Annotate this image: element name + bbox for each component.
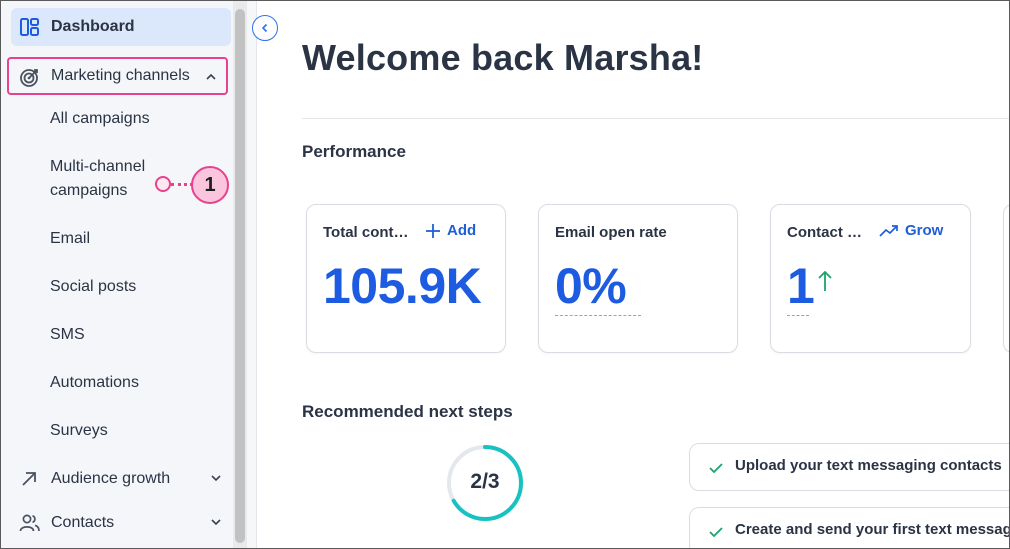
sidebar-item-label: Audience growth bbox=[51, 470, 171, 487]
sidebar-item-label: Marketing channels bbox=[51, 67, 190, 84]
sidebar-subitem-automations[interactable]: Automations bbox=[50, 371, 139, 395]
stat-card-value: 1 bbox=[787, 258, 815, 314]
stat-card-value: 0% bbox=[555, 258, 627, 314]
app-window: Dashboard Marketing channels All campaig… bbox=[0, 0, 1010, 549]
arrow-up-icon bbox=[818, 270, 832, 291]
sidebar-subitem-surveys[interactable]: Surveys bbox=[50, 419, 108, 443]
sidebar: Dashboard Marketing channels All campaig… bbox=[1, 1, 233, 548]
sidebar-item-audience-growth[interactable]: Audience growth bbox=[11, 460, 231, 498]
sidebar-edge bbox=[247, 1, 257, 548]
clipped-text-row bbox=[302, 541, 602, 548]
sidebar-subitem-all-campaigns[interactable]: All campaigns bbox=[50, 107, 150, 131]
chevron-up-icon[interactable] bbox=[204, 70, 218, 84]
value-underline bbox=[555, 315, 641, 316]
chevron-left-icon bbox=[261, 23, 268, 33]
target-icon bbox=[20, 69, 38, 87]
stat-card-value: 105.9K bbox=[323, 258, 482, 314]
plus-icon bbox=[426, 223, 440, 238]
sidebar-item-label: Contacts bbox=[51, 514, 115, 531]
grow-label: Grow bbox=[905, 222, 944, 239]
sidebar-subitem-multi-channel-campaigns[interactable]: Multi-channel campaigns bbox=[50, 155, 145, 203]
sidebar-item-dashboard[interactable]: Dashboard bbox=[11, 8, 231, 46]
callout-connector bbox=[171, 183, 193, 186]
add-contacts-button[interactable]: Add bbox=[425, 222, 476, 239]
trending-up-icon bbox=[879, 224, 898, 237]
stat-card-label: Total cont… bbox=[323, 224, 409, 241]
sidebar-subitem-email[interactable]: Email bbox=[50, 227, 90, 251]
callout-anchor bbox=[155, 176, 171, 192]
stat-card-label: Contact … bbox=[787, 224, 862, 241]
step-send-first-text[interactable]: Create and send your first text message bbox=[689, 507, 1010, 548]
page-title: Welcome back Marsha! bbox=[302, 37, 704, 78]
progress-text: 2/3 bbox=[470, 470, 500, 493]
stat-card-email-open-rate: Email open rate 0% bbox=[538, 204, 738, 353]
sidebar-item-label: Dashboard bbox=[51, 18, 135, 35]
stat-card-contact-growth: Contact … Grow 1 bbox=[770, 204, 971, 353]
sidebar-subitem-sms[interactable]: SMS bbox=[50, 323, 85, 347]
step-upload-text-contacts[interactable]: Upload your text messaging contacts bbox=[689, 443, 1009, 491]
sidebar-item-contacts[interactable]: Contacts bbox=[11, 504, 231, 542]
chevron-down-icon[interactable] bbox=[209, 471, 223, 485]
sidebar-subitem-label-line2: campaigns bbox=[50, 182, 128, 199]
callout-badge: 1 bbox=[191, 166, 229, 204]
arrow-up-right-icon bbox=[22, 472, 36, 486]
grow-button[interactable]: Grow bbox=[879, 222, 943, 239]
step-label: Create and send your first text message bbox=[735, 521, 1010, 538]
collapse-sidebar-button[interactable] bbox=[252, 15, 278, 41]
stat-card-total-contacts: Total cont… Add 105.9K bbox=[306, 204, 506, 353]
performance-heading: Performance bbox=[302, 142, 406, 161]
sidebar-subitem-label-line1: Multi-channel bbox=[50, 158, 146, 175]
add-label: Add bbox=[447, 222, 477, 239]
step-label: Upload your text messaging contacts bbox=[735, 457, 1002, 474]
recommended-heading: Recommended next steps bbox=[302, 402, 513, 421]
value-underline bbox=[787, 315, 809, 316]
stat-card-label: Email open rate bbox=[555, 224, 667, 241]
sidebar-item-marketing-channels[interactable]: Marketing channels bbox=[7, 57, 228, 95]
sidebar-subitem-social-posts[interactable]: Social posts bbox=[50, 275, 136, 299]
header-divider bbox=[302, 118, 1009, 119]
chevron-down-icon[interactable] bbox=[209, 515, 223, 529]
check-icon bbox=[709, 463, 723, 474]
dashboard-icon bbox=[20, 18, 39, 36]
sidebar-scrollbar-thumb[interactable] bbox=[235, 9, 245, 543]
check-icon bbox=[709, 527, 723, 538]
stat-card-partial bbox=[1003, 204, 1009, 353]
people-icon bbox=[19, 514, 40, 532]
